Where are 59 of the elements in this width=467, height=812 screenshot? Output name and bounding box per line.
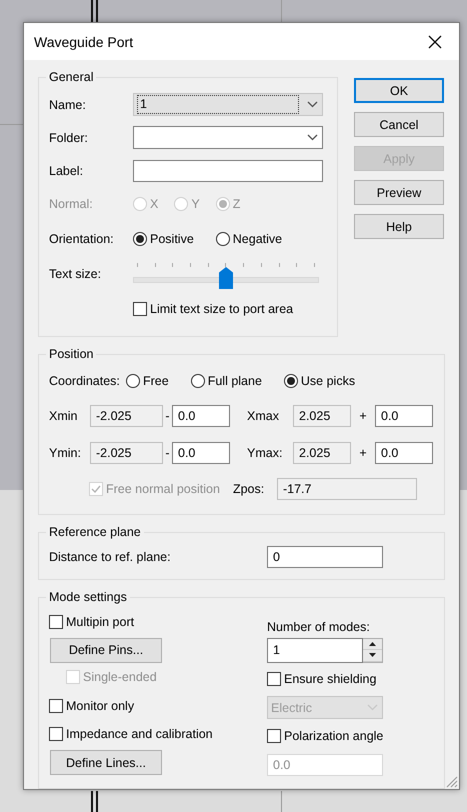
group-title: Position	[48, 347, 94, 361]
name-dropdown[interactable]: 1	[133, 93, 323, 116]
field-label: Normal:	[49, 196, 94, 210]
readonly-field: -17.7	[276, 478, 417, 500]
modes-input[interactable]: 1	[267, 638, 363, 662]
plus-sign: +	[358, 408, 368, 422]
field-label: Ymax:	[246, 446, 284, 460]
checkbox[interactable]: Limit text size to port area	[133, 302, 294, 316]
field-label: Zpos:	[232, 482, 266, 496]
slider-track[interactable]	[133, 267, 319, 289]
offset-input[interactable]: 0.0	[375, 404, 433, 426]
offset-input[interactable]: 0.0	[172, 404, 230, 426]
dialog-button[interactable]: Help	[354, 214, 444, 239]
checkbox[interactable]: Impedance and calibration	[49, 727, 213, 741]
readonly-field: -2.025	[90, 442, 163, 464]
field-label: Label:	[49, 164, 84, 178]
plus-sign: +	[358, 446, 368, 460]
readonly-field: 2.025	[293, 404, 351, 426]
slider-thumb[interactable]	[219, 267, 233, 289]
radio-button[interactable]: Full plane	[190, 374, 262, 388]
define-pins-button[interactable]: Define Pins...	[50, 638, 162, 662]
field-label: Number of modes:	[267, 620, 370, 634]
dialog-button[interactable]: Cancel	[354, 112, 444, 137]
radio-button[interactable]: Positive	[133, 232, 194, 246]
field-label: Xmax	[246, 408, 280, 422]
group-title: Reference plane	[48, 525, 142, 539]
field-label: Coordinates:	[49, 374, 121, 388]
spin-up-icon[interactable]	[363, 638, 382, 650]
label-input[interactable]	[133, 160, 323, 182]
group-title: Mode settings	[48, 590, 128, 604]
minus-sign: -	[164, 446, 171, 460]
dialog-button[interactable]: Preview	[354, 180, 444, 205]
folder-dropdown[interactable]	[133, 126, 323, 149]
offset-input[interactable]: 0.0	[172, 442, 230, 464]
field-label: Folder:	[49, 130, 89, 144]
distance-input[interactable]: 0	[267, 546, 383, 568]
field-label: Xmin	[49, 408, 78, 422]
group-title: General	[48, 70, 94, 84]
checkbox[interactable]: Monitor only	[49, 698, 134, 712]
define-lines-button[interactable]: Define Lines...	[50, 750, 162, 775]
spin-down-icon[interactable]	[363, 650, 382, 662]
radio-button[interactable]: Negative	[216, 232, 282, 246]
offset-input[interactable]: 0.0	[375, 442, 433, 464]
minus-sign: -	[164, 408, 171, 422]
resize-grip-icon[interactable]	[446, 776, 458, 788]
field-label: Orientation:	[49, 232, 115, 246]
window-title: Waveguide Port	[34, 34, 134, 50]
readonly-field: 2.025	[293, 442, 351, 464]
checkbox[interactable]: Multipin port	[49, 615, 134, 629]
field-label: Ymin:	[49, 446, 82, 460]
field-label: Distance to ref. plane:	[49, 550, 172, 564]
checkbox[interactable]: Ensure shielding	[267, 672, 376, 686]
readonly-field: -2.025	[90, 404, 163, 426]
radio-button[interactable]: Free	[126, 374, 169, 388]
checkbox[interactable]: Polarization angle	[267, 729, 384, 743]
radio-button[interactable]: Use picks	[284, 374, 356, 388]
field-label: Text size:	[49, 267, 102, 281]
dialog-button[interactable]: OK	[354, 78, 444, 103]
field-label: Name:	[49, 98, 87, 112]
